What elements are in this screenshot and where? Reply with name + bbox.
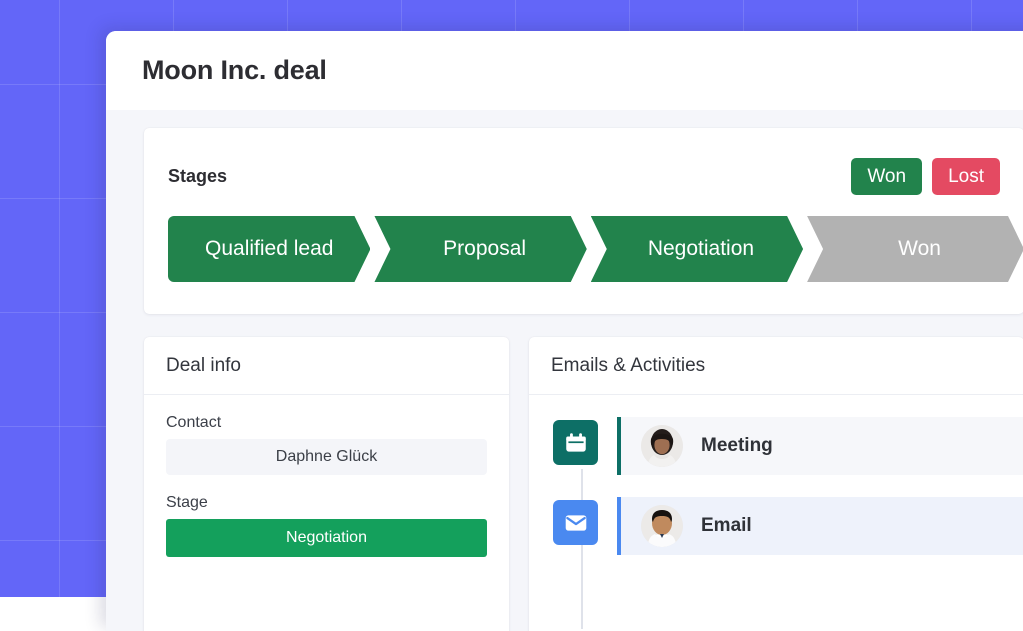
stage-pipeline: Qualified lead Proposal Negotiation Won [144, 216, 1023, 282]
window-header: Moon Inc. deal [106, 31, 1023, 110]
activity-card[interactable]: Email [617, 497, 1023, 555]
stages-header: Stages Won Lost [144, 154, 1023, 198]
stage-field-value[interactable]: Negotiation [166, 519, 487, 557]
stage-chip-proposal[interactable]: Proposal [374, 216, 586, 282]
content-area: Stages Won Lost Qualified lead Proposal … [106, 110, 1023, 631]
app-window: Moon Inc. deal Stages Won Lost Qualified… [106, 31, 1023, 631]
stages-label: Stages [168, 166, 227, 187]
lost-button[interactable]: Lost [932, 158, 1000, 195]
contact-field-value[interactable]: Daphne Glück [166, 439, 487, 475]
activities-panel: Emails & Activities [529, 337, 1023, 631]
stage-actions: Won Lost [851, 158, 1000, 195]
deal-info-panel: Deal info Contact Daphne Glück Stage Neg… [144, 337, 509, 631]
won-button[interactable]: Won [851, 158, 922, 195]
activities-header: Emails & Activities [529, 337, 1023, 395]
activity-row[interactable]: Email [553, 497, 1023, 555]
stage-chip-label: Qualified lead [205, 237, 333, 261]
stage-chip-qualified-lead[interactable]: Qualified lead [168, 216, 370, 282]
activities-title: Emails & Activities [551, 355, 705, 377]
deal-info-body: Contact Daphne Glück Stage Negotiation [144, 395, 509, 557]
stage-chip-won[interactable]: Won [807, 216, 1023, 282]
activity-card[interactable]: Meeting [617, 417, 1023, 475]
activity-title: Meeting [701, 435, 773, 457]
calendar-icon [553, 420, 598, 465]
stage-chip-label: Proposal [443, 237, 526, 261]
stages-panel: Stages Won Lost Qualified lead Proposal … [144, 128, 1023, 314]
avatar [641, 425, 683, 467]
activity-title: Email [701, 515, 752, 537]
stage-chip-label: Won [898, 237, 941, 261]
activity-timeline: Meeting [529, 395, 1023, 555]
activity-row[interactable]: Meeting [553, 417, 1023, 475]
lower-row: Deal info Contact Daphne Glück Stage Neg… [144, 337, 1023, 631]
stage-field-label: Stage [166, 494, 487, 512]
deal-info-header: Deal info [144, 337, 509, 395]
stage-chip-label: Negotiation [648, 237, 754, 261]
avatar [641, 505, 683, 547]
envelope-icon [553, 500, 598, 545]
contact-field-label: Contact [166, 414, 487, 432]
stage-chip-negotiation[interactable]: Negotiation [591, 216, 803, 282]
page-title: Moon Inc. deal [142, 55, 327, 86]
deal-info-title: Deal info [166, 355, 241, 377]
